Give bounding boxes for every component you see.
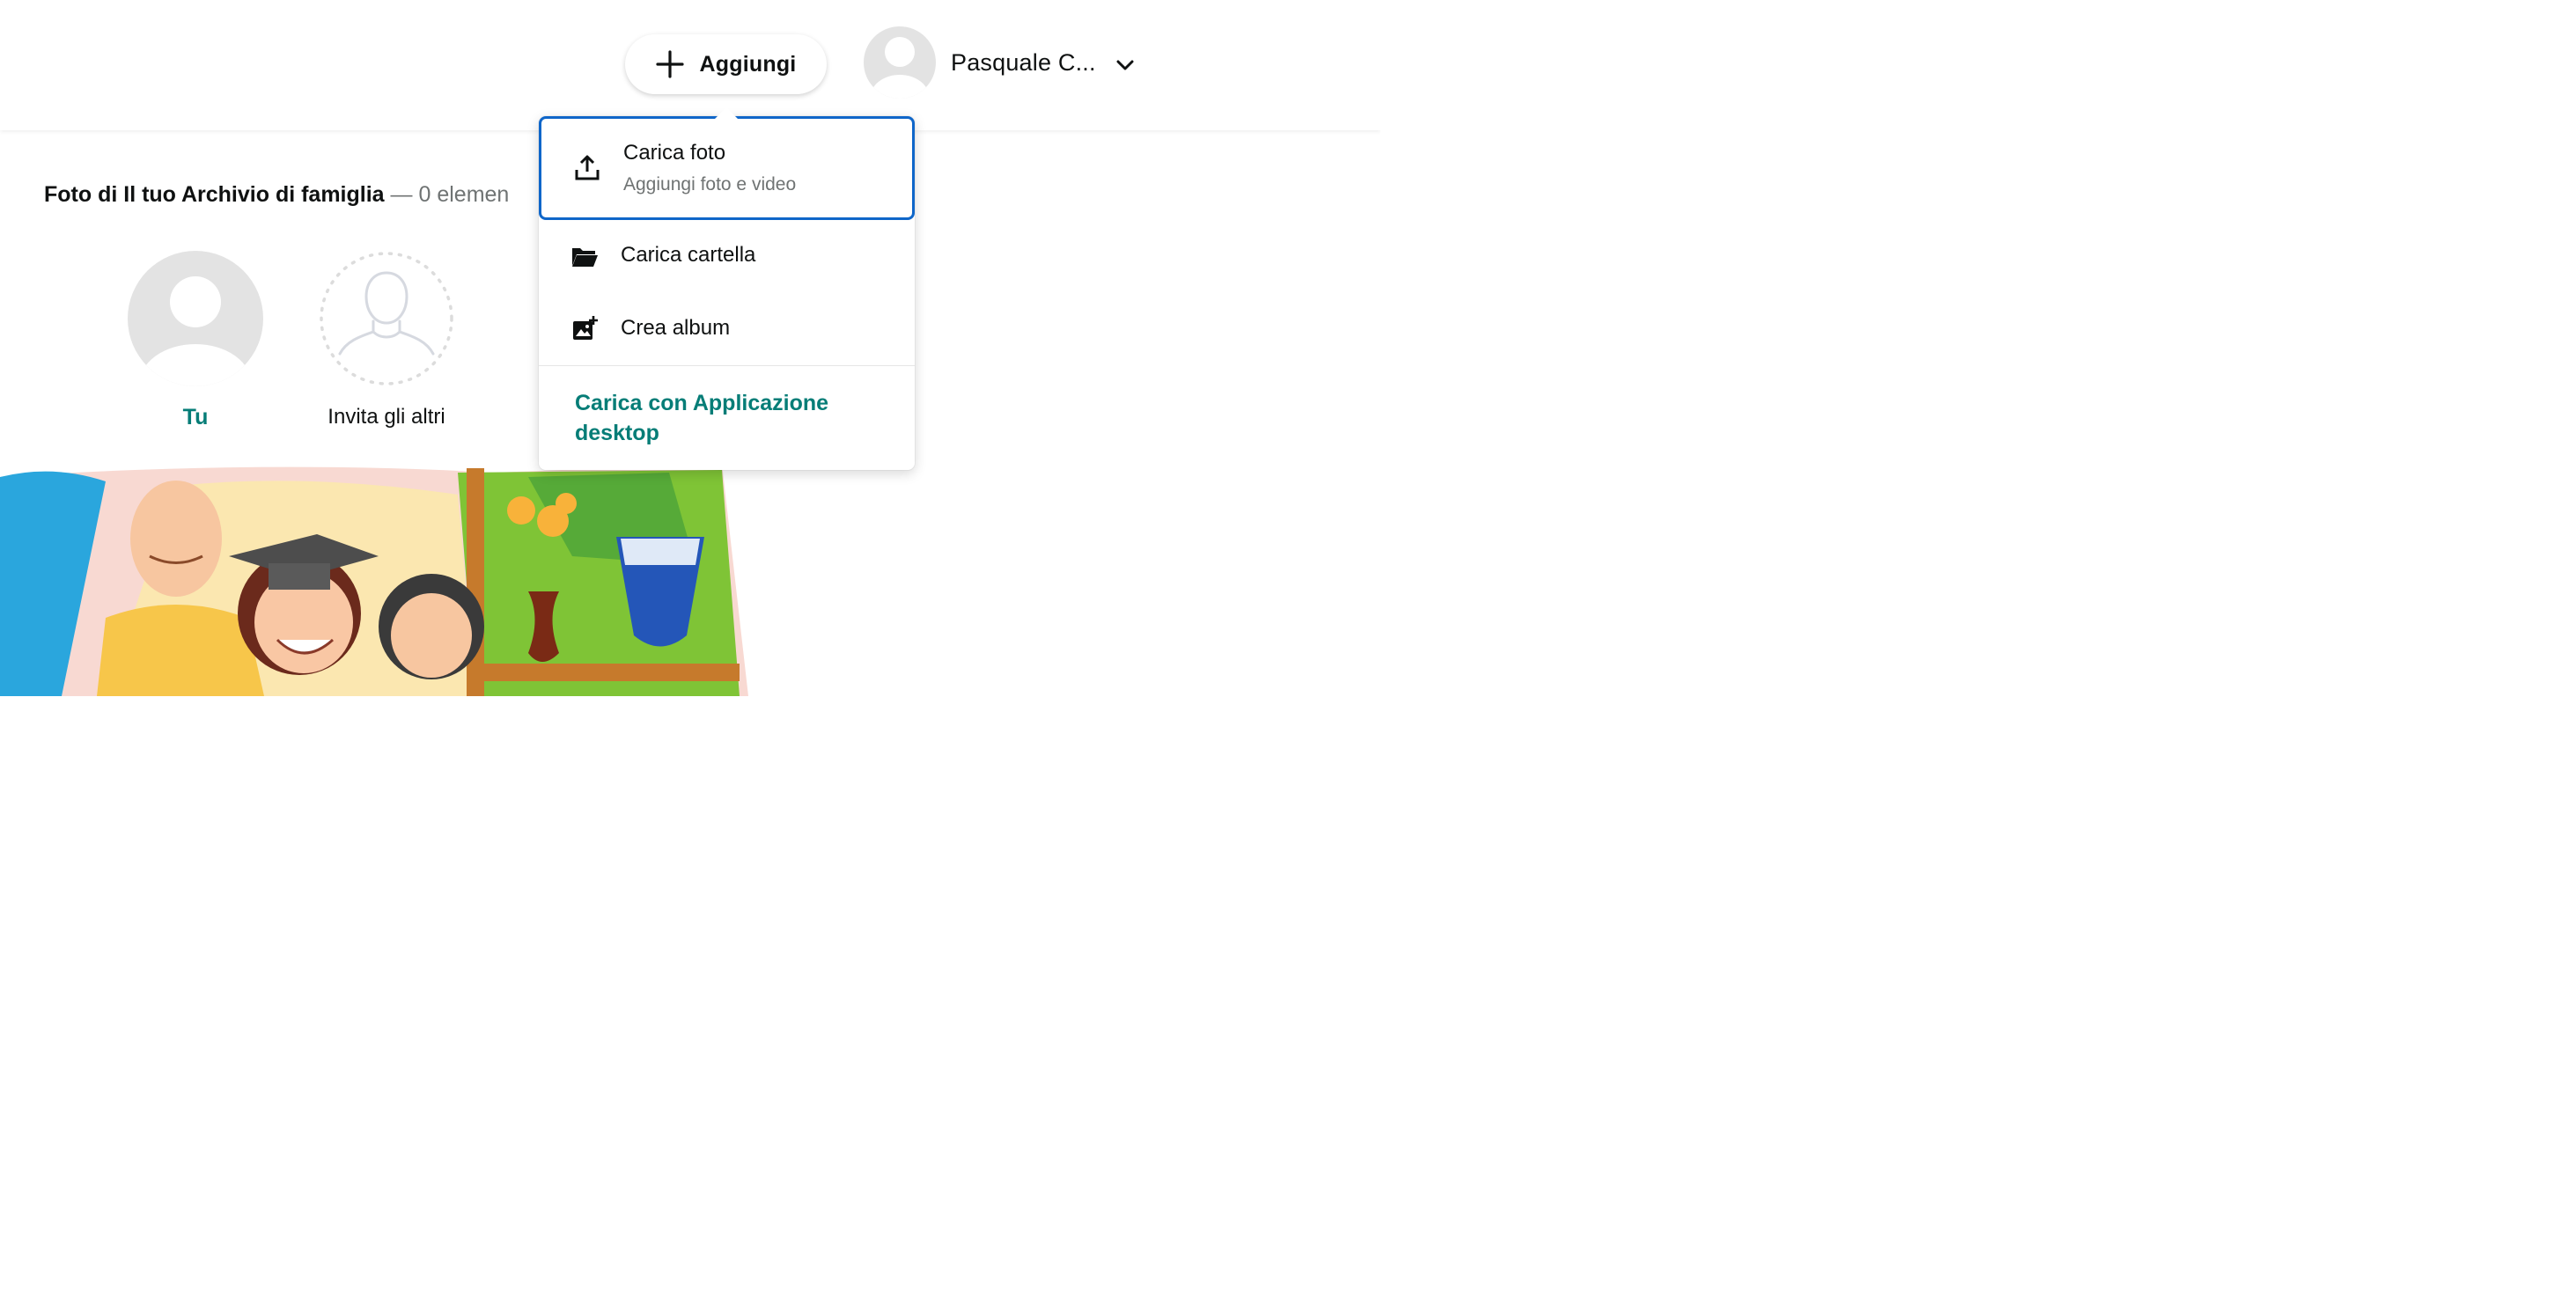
section-title-text: Foto di Il tuo Archivio di famiglia [44,182,385,207]
add-button[interactable]: Aggiungi [625,34,827,94]
desktop-app-upload-link[interactable]: Carica con Applicazione desktop [575,388,892,448]
section-item-count: — 0 elemen [390,182,510,207]
upload-photos-item[interactable]: Carica foto Aggiungi foto e video [539,116,915,220]
upload-folder-title: Carica cartella [621,243,756,267]
add-album-icon [573,316,598,340]
user-avatar[interactable] [864,26,936,99]
folder-icon [572,248,598,267]
user-silhouette-icon [870,37,930,99]
you-label[interactable]: Tu [128,405,263,430]
top-header: Aggiungi Pasquale C... [0,0,1380,130]
upload-photos-title: Carica foto [623,141,726,165]
upload-folder-item[interactable]: Carica cartella [539,220,915,292]
add-button-label: Aggiungi [699,51,797,77]
create-album-title: Crea album [621,316,731,340]
invite-person-icon[interactable] [319,251,454,386]
invite-label[interactable]: Invita gli altri [298,405,475,429]
user-name[interactable]: Pasquale C... [951,49,1096,77]
page: Aggiungi Pasquale C... Foto di Il tuo Ar… [0,0,1380,696]
menu-caret [715,107,738,119]
you-avatar[interactable] [128,251,263,386]
chevron-down-icon[interactable] [1115,55,1136,75]
user-silhouette-icon [139,276,252,386]
upload-photos-subtitle: Aggiungi foto e video [623,174,797,194]
menu-divider [539,365,915,366]
plus-icon [655,50,684,78]
section-title: Foto di Il tuo Archivio di famiglia — 0 … [44,182,509,208]
add-menu: Carica foto Aggiungi foto e video Carica… [539,116,915,470]
family-illustration [0,459,748,696]
create-album-item[interactable]: Crea album [539,292,915,364]
upload-icon [575,155,600,180]
